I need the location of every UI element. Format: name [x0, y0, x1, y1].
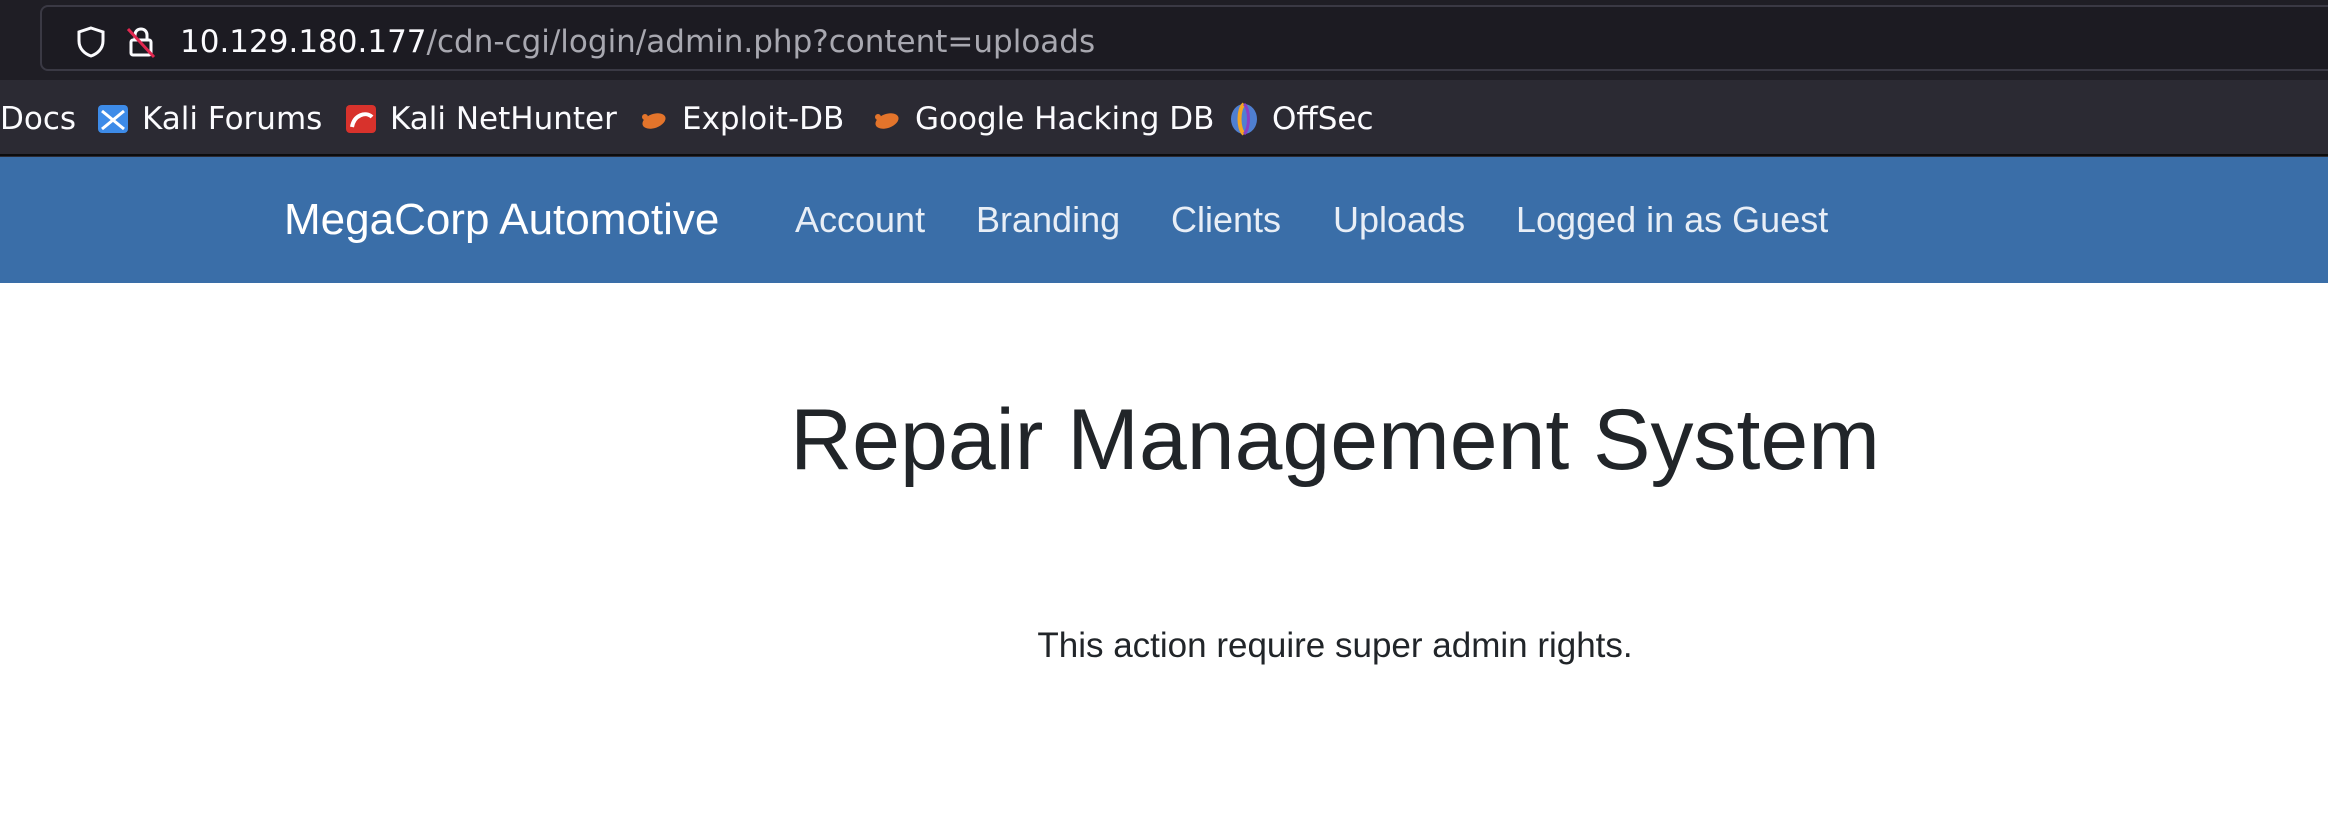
kali-nethunter-icon: [344, 101, 380, 137]
bookmark-label: Kali NetHunter: [390, 101, 617, 137]
bookmark-label: Google Hacking DB: [915, 101, 1215, 137]
page-title: Repair Management System: [790, 392, 1880, 488]
bookmark-label: OffSec: [1272, 101, 1374, 137]
insecure-lock-icon[interactable]: [124, 25, 158, 59]
site-navbar: MegaCorp Automotive Account Branding Cli…: [0, 157, 2328, 283]
browser-chrome: 10.129.180.177/cdn-cgi/login/admin.php?c…: [0, 0, 2328, 157]
urlbar-row: 10.129.180.177/cdn-cgi/login/admin.php?c…: [0, 0, 2328, 80]
nav-link-branding[interactable]: Branding: [976, 199, 1120, 241]
bookmark-exploit-db[interactable]: Exploit-DB: [636, 100, 844, 138]
google-hacking-db-icon: [869, 101, 905, 137]
bookmark-docs[interactable]: Docs: [0, 100, 76, 138]
bookmark-offsec[interactable]: OffSec: [1226, 100, 1374, 138]
brand-link[interactable]: MegaCorp Automotive: [284, 195, 719, 245]
bookmarks-toolbar: Docs Kali Forums Kali NetHunter Exploit-…: [0, 80, 2328, 156]
exploit-db-icon: [636, 101, 672, 137]
bookmark-label: Kali Forums: [142, 101, 323, 137]
bookmark-google-hacking-db[interactable]: Google Hacking DB: [869, 100, 1214, 138]
nav-link-account[interactable]: Account: [795, 199, 925, 241]
bookmark-kali-nethunter[interactable]: Kali NetHunter: [344, 100, 617, 138]
access-denied-message: This action require super admin rights.: [1037, 626, 1633, 665]
bookmark-label: Exploit-DB: [682, 101, 845, 137]
nav-logged-in-status[interactable]: Logged in as Guest: [1516, 199, 1828, 241]
url-text[interactable]: 10.129.180.177/cdn-cgi/login/admin.php?c…: [180, 24, 1095, 60]
shield-icon[interactable]: [74, 25, 108, 59]
kali-forums-icon: [96, 101, 132, 137]
nav-link-uploads[interactable]: Uploads: [1333, 199, 1465, 241]
url-host: 10.129.180.177: [180, 24, 427, 60]
offsec-icon: [1226, 101, 1262, 137]
url-path: /cdn-cgi/login/admin.php?content=uploads: [426, 24, 1096, 60]
address-bar[interactable]: 10.129.180.177/cdn-cgi/login/admin.php?c…: [40, 5, 2328, 71]
bookmark-label: Docs: [0, 101, 77, 137]
nav-link-clients[interactable]: Clients: [1171, 199, 1281, 241]
bookmark-kali-forums[interactable]: Kali Forums: [96, 100, 322, 138]
